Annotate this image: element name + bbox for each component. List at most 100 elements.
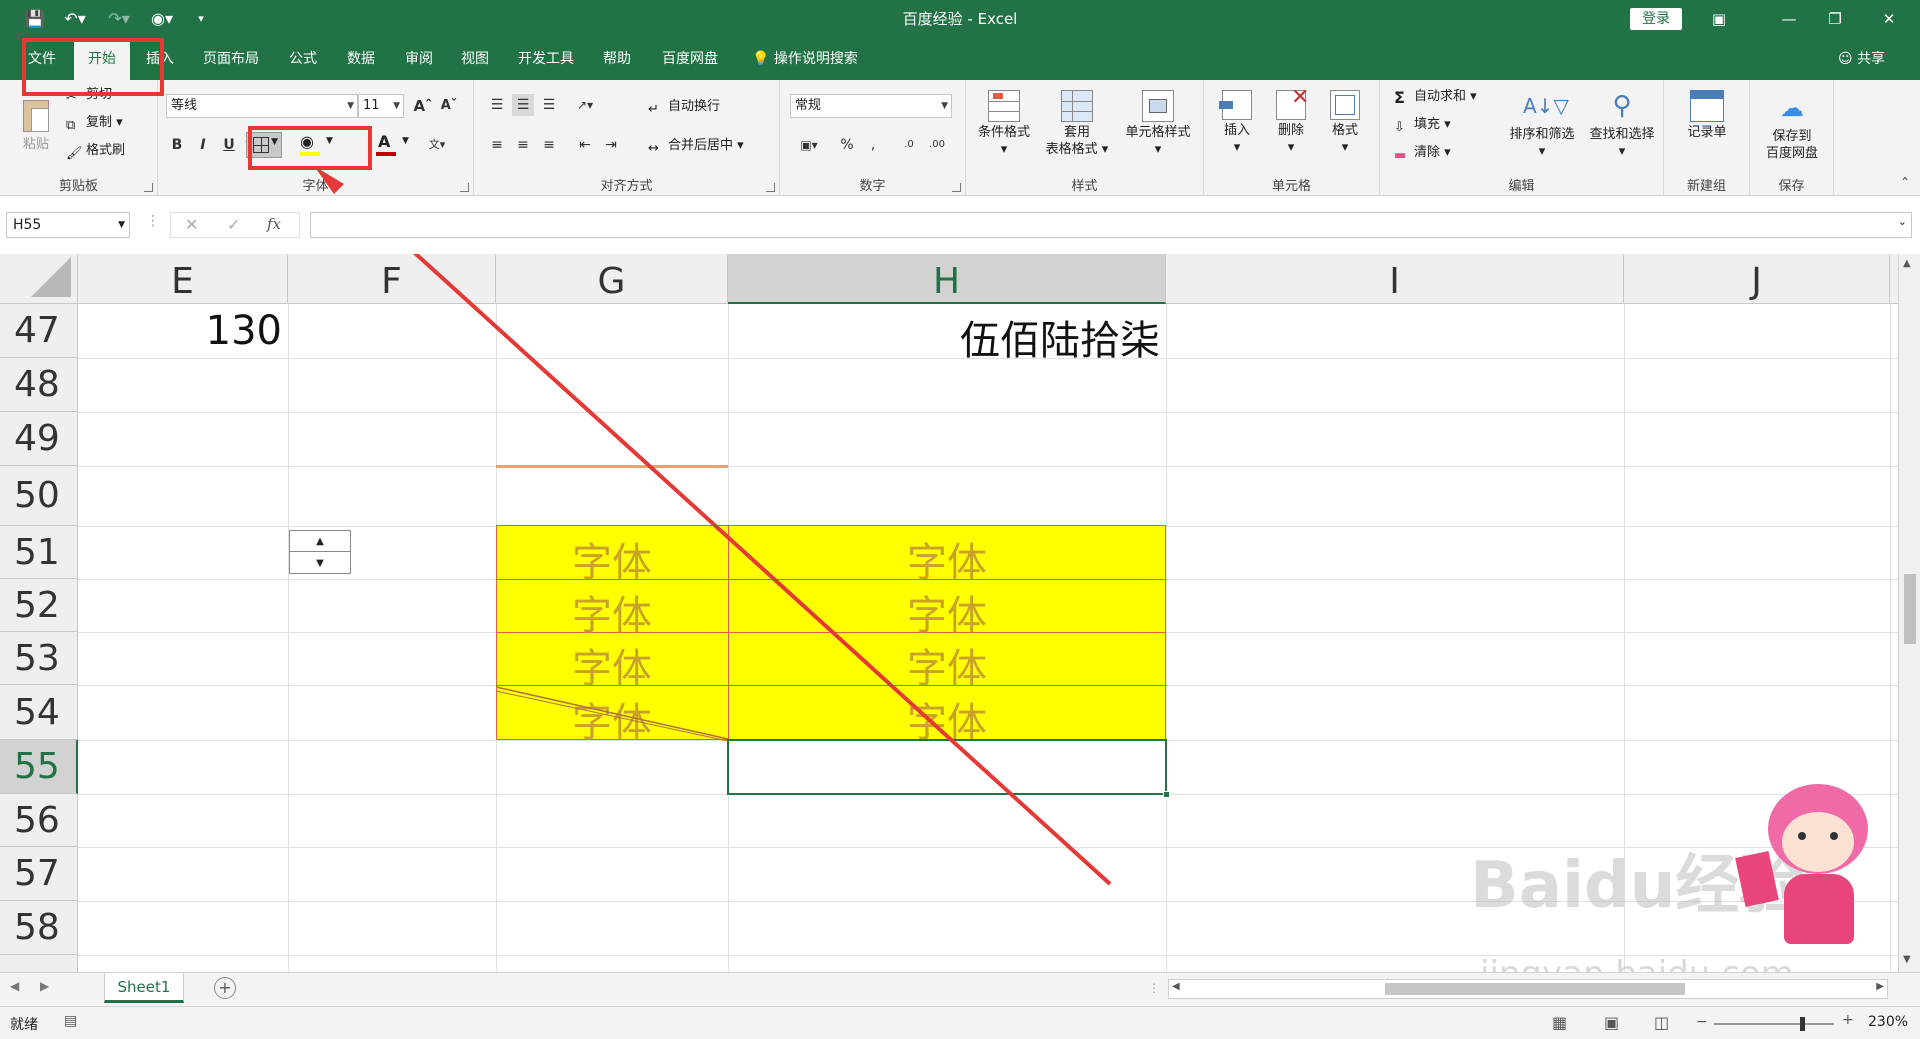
share-button[interactable]: ☺ 共享 — [1838, 38, 1885, 80]
scroll-left-icon[interactable]: ◀ — [1172, 981, 1180, 992]
worksheet-grid[interactable]: E F G H I J | 47 48 49 50 51 52 53 54 55… — [0, 254, 1920, 976]
conditional-format-button[interactable]: 条件格式 ▾ — [972, 90, 1036, 158]
zoom-level[interactable]: 230% — [1868, 1014, 1908, 1030]
font-color-button[interactable]: A ▼ — [374, 132, 414, 158]
tab-view[interactable]: 视图 — [454, 38, 496, 80]
align-top-icon[interactable]: ☰ — [486, 94, 508, 116]
merge-icon: ↔ — [648, 141, 659, 156]
increase-decimal-icon[interactable]: .0 — [898, 134, 920, 156]
number-format-combo[interactable]: 常规 ▼ — [790, 94, 952, 118]
fill-button[interactable]: ⇩ 填充 ▾ — [1394, 116, 1451, 135]
add-sheet-icon[interactable]: + — [214, 977, 236, 999]
cell-styles-button[interactable]: 单元格样式 ▾ — [1116, 90, 1200, 158]
macro-record-icon[interactable]: ▤ — [64, 1013, 77, 1029]
insert-cells-button[interactable]: 插入 ▾ — [1212, 90, 1262, 156]
cancel-icon[interactable]: ✕ — [185, 215, 198, 234]
zoom-slider[interactable] — [1714, 1017, 1834, 1031]
record-form-icon — [1690, 90, 1724, 122]
underline-button[interactable]: U — [218, 134, 240, 156]
copy-icon: ⧉ — [66, 118, 76, 133]
collapse-ribbon-icon[interactable]: ⌃ — [1900, 175, 1910, 189]
tab-formulas[interactable]: 公式 — [282, 38, 324, 80]
currency-icon[interactable]: ▣▾ — [792, 134, 826, 156]
italic-button[interactable]: I — [192, 134, 214, 156]
paste-label: 粘贴 — [22, 137, 49, 152]
save-to-netdisk-label-2: 百度网盘 — [1765, 146, 1818, 161]
fill-label: 填充 — [1414, 117, 1441, 132]
group-label-clipboard: 剪贴板 — [58, 179, 98, 194]
increase-indent-icon[interactable]: ⇥ — [600, 134, 622, 156]
normal-view-icon[interactable]: ▦ — [1552, 1013, 1567, 1032]
save-to-netdisk-button[interactable]: ☁ 保存到 百度网盘 — [1754, 90, 1830, 162]
sheet-nav-right-icon[interactable]: ▶ — [40, 979, 49, 993]
sheet-tab-1[interactable]: Sheet1 — [104, 973, 184, 1003]
font-launcher-icon[interactable] — [460, 183, 469, 192]
merge-center-label: 合并后居中 — [668, 138, 734, 153]
tell-me-search[interactable]: 💡 操作说明搜索 — [752, 38, 858, 80]
clear-button[interactable]: ▬ 清除 ▾ — [1394, 144, 1451, 163]
minimize-icon[interactable]: — — [1766, 0, 1812, 38]
group-number: 常规 ▼ ▣▾ % , .0 .00 数字 — [780, 80, 966, 196]
tab-page-layout[interactable]: 页面布局 — [196, 38, 266, 80]
tab-review[interactable]: 审阅 — [398, 38, 440, 80]
find-select-button[interactable]: ⚲ 查找和选择 ▾ — [1582, 88, 1662, 160]
autosum-button[interactable]: Σ 自动求和 ▾ — [1394, 88, 1477, 107]
format-as-table-button[interactable]: 套用 表格格式 ▾ — [1042, 90, 1112, 158]
decrease-decimal-icon[interactable]: .00 — [926, 134, 948, 156]
comma-icon[interactable]: , — [862, 134, 884, 156]
align-middle-icon[interactable]: ☰ — [512, 94, 534, 116]
align-bottom-icon[interactable]: ☰ — [538, 94, 560, 116]
copy-button[interactable]: ⧉ 复制 ▾ — [66, 114, 123, 133]
close-icon[interactable]: ✕ — [1866, 0, 1912, 38]
tab-developer[interactable]: 开发工具 — [510, 38, 582, 80]
decrease-font-icon[interactable]: Aˇ — [438, 95, 460, 117]
name-box[interactable]: H55 ▼ — [6, 212, 130, 238]
tab-data[interactable]: 数据 — [340, 38, 382, 80]
number-launcher-icon[interactable] — [952, 183, 961, 192]
merge-center-button[interactable]: ↔ 合并后居中 ▾ — [648, 137, 744, 156]
login-button[interactable]: 登录 — [1630, 8, 1682, 30]
page-layout-view-icon[interactable]: ▣ — [1604, 1013, 1619, 1032]
alignment-launcher-icon[interactable] — [766, 183, 775, 192]
tab-help[interactable]: 帮助 — [596, 38, 638, 80]
orientation-icon[interactable]: ↗▾ — [574, 94, 596, 116]
percent-icon[interactable]: % — [836, 134, 858, 156]
zoom-slider-handle[interactable] — [1800, 1017, 1805, 1031]
clipboard-launcher-icon[interactable] — [144, 183, 153, 192]
enter-check-icon[interactable]: ✓ — [227, 215, 240, 234]
scroll-right-icon[interactable]: ▶ — [1876, 981, 1884, 992]
paste-icon — [21, 98, 51, 134]
zoom-out-icon[interactable]: − — [1696, 1014, 1708, 1030]
paste-button[interactable]: 粘贴 — [14, 98, 58, 153]
sort-filter-button[interactable]: A↓▽ 排序和筛选 ▾ — [1502, 88, 1582, 160]
delete-cells-button[interactable]: ✕ 删除 ▾ — [1266, 87, 1316, 156]
phonetic-icon[interactable]: 文▾ — [426, 134, 448, 156]
align-center-icon[interactable]: ≡ — [512, 134, 534, 156]
sheet-nav-left-icon[interactable]: ◀ — [10, 979, 19, 993]
font-name-combo[interactable]: 等线 ▼ — [166, 94, 358, 118]
format-cells-button[interactable]: 格式 ▾ — [1320, 90, 1370, 156]
zoom-in-icon[interactable]: + — [1842, 1012, 1854, 1028]
formula-input[interactable]: ⌄ — [310, 212, 1912, 238]
horizontal-scrollbar[interactable]: ◀ ▶ — [1168, 979, 1888, 999]
format-painter-button[interactable]: 🖌 格式刷 — [66, 142, 125, 161]
ribbon-display-icon[interactable]: ▣ — [1696, 0, 1742, 38]
tab-baidu-netdisk[interactable]: 百度网盘 — [654, 38, 726, 80]
insert-function-icon[interactable]: fx — [267, 215, 281, 233]
insert-cells-label: 插入 — [1223, 123, 1250, 138]
expand-formula-icon[interactable]: ⌄ — [1898, 215, 1907, 228]
align-left-icon[interactable]: ≡ — [486, 134, 508, 156]
h-scroll-thumb[interactable] — [1385, 983, 1685, 995]
tell-me-label: 操作说明搜索 — [773, 51, 858, 67]
record-form-button[interactable]: 记录单 — [1672, 90, 1742, 141]
align-right-icon[interactable]: ≡ — [538, 134, 560, 156]
font-size-combo[interactable]: 11 ▼ — [358, 94, 404, 118]
wrap-text-button[interactable]: ↵ 自动换行 — [648, 98, 720, 117]
decrease-indent-icon[interactable]: ⇤ — [574, 134, 596, 156]
page-break-view-icon[interactable]: ◫ — [1654, 1013, 1669, 1032]
group-label-editing: 编辑 — [1508, 179, 1535, 194]
increase-font-icon[interactable]: Aˆ — [412, 95, 434, 117]
splitter-icon[interactable]: ⋮ — [1148, 981, 1160, 995]
bold-button[interactable]: B — [166, 134, 188, 156]
restore-icon[interactable]: ❐ — [1812, 0, 1858, 38]
